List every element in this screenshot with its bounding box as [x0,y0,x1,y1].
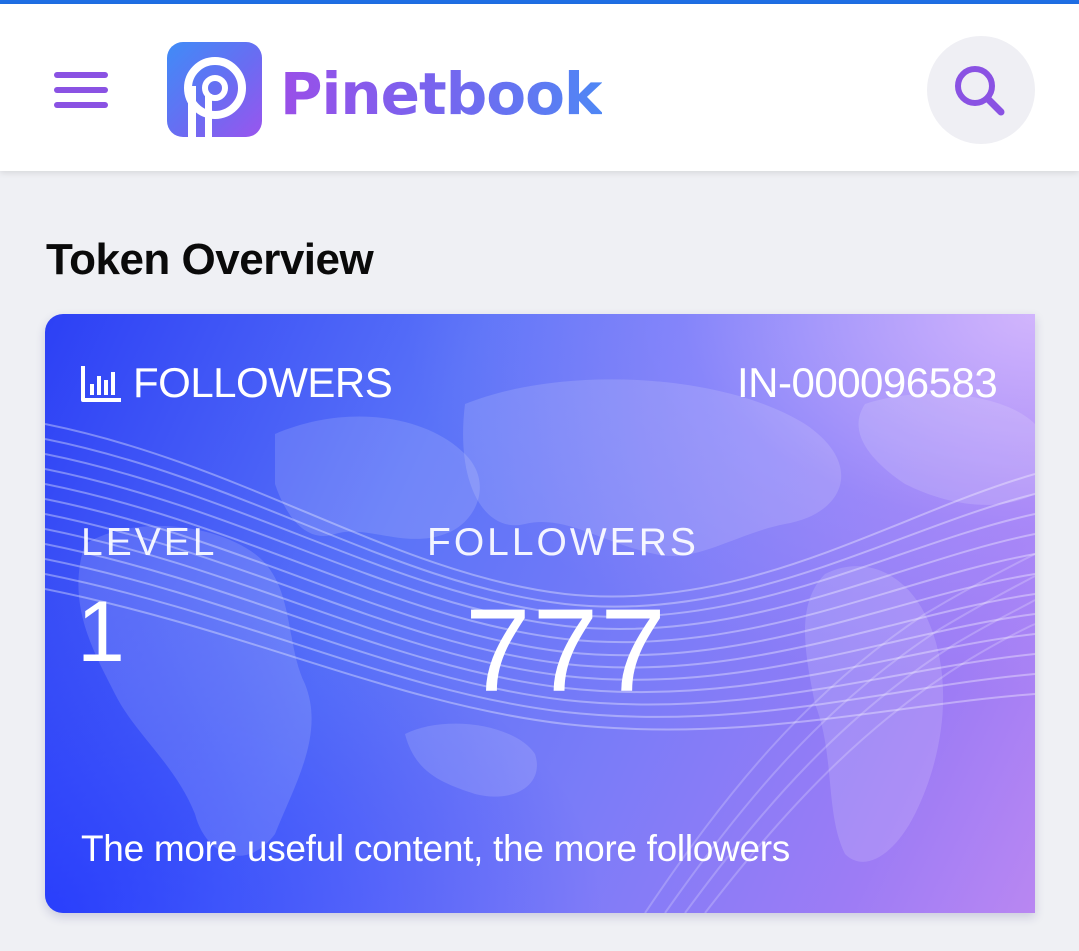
brand-name[interactable]: Pinetbook [280,54,603,134]
bar-chart-icon [81,366,121,402]
followers-value: 777 [465,585,668,717]
level-label: LEVEL [81,521,218,564]
hamburger-menu-icon [54,87,108,93]
card-id: IN-000096583 [737,359,998,406]
card-tagline: The more useful content, the more follow… [81,828,790,869]
hamburger-menu-icon [54,72,108,78]
menu-button[interactable] [48,66,114,114]
search-button[interactable] [927,36,1035,144]
hamburger-menu-icon [54,102,108,108]
token-card[interactable]: FOLLOWERS IN-000096583 LEVEL FOLLOWERS 1… [45,314,1035,913]
followers-label: FOLLOWERS [427,521,699,564]
card-type-row: FOLLOWERS [79,358,393,408]
card-type-label: FOLLOWERS [133,359,393,406]
section-title: Token Overview [46,235,374,284]
search-icon [955,66,1005,116]
pinetbook-logo-icon[interactable] [167,42,262,137]
level-value: 1 [77,584,125,680]
app-header: Pinetbook [0,4,1079,171]
